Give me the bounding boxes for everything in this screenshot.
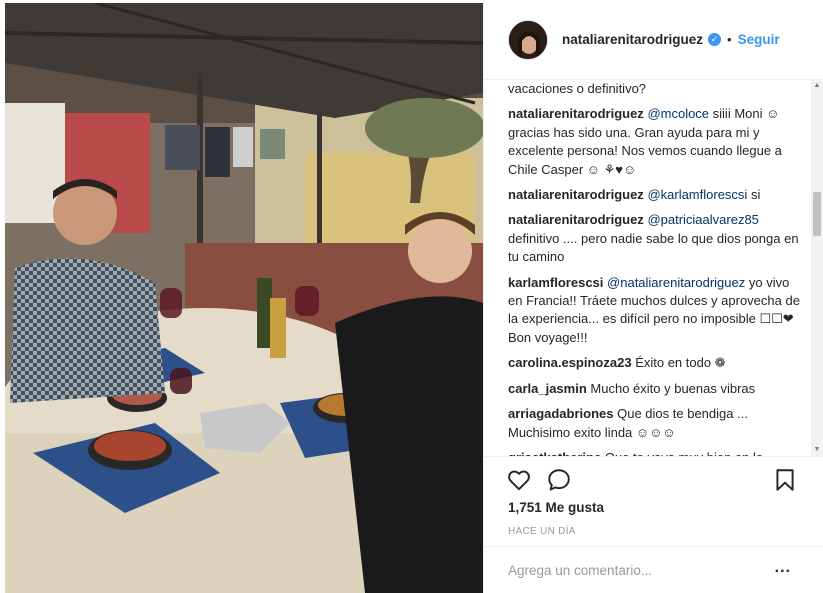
comments-scrollbar[interactable]: ▲ ▼ [811, 80, 823, 456]
comment-item: arriagadabriones Que dios te bendiga ...… [508, 405, 800, 442]
avatar[interactable] [508, 19, 548, 60]
post-side-panel: nataliarenitarodriguez ✓ • Seguir vacaci… [483, 0, 823, 593]
comment-text: definitivo .... pero nadie sabe lo que d… [508, 230, 799, 265]
bookmark-icon[interactable] [772, 467, 798, 493]
scroll-thumb[interactable] [813, 192, 821, 236]
comment-item: nataliarenitarodriguez @karlamflorescsi … [508, 186, 800, 204]
comment-username[interactable]: arriagadabriones [508, 406, 614, 421]
comment-bubble-icon[interactable] [546, 467, 572, 493]
comment-text: Éxito en todo ❁ [635, 355, 726, 371]
comments-list[interactable]: vacaciones o definitivo? nataliarenitarod… [484, 80, 814, 456]
comment-username[interactable]: carla_jasmin [508, 381, 587, 396]
comment-mention[interactable]: @mcoloce [647, 106, 709, 121]
comment-text: si [747, 187, 761, 203]
scroll-up-arrow-icon[interactable]: ▲ [811, 80, 823, 92]
instagram-post: nataliarenitarodriguez ✓ • Seguir vacaci… [0, 0, 823, 593]
comment-item: carolina.espinoza23 Éxito en todo ❁ [508, 354, 800, 372]
scroll-down-arrow-icon[interactable]: ▼ [811, 444, 823, 456]
likes-count[interactable]: 1,751 Me gusta [508, 500, 604, 515]
add-comment-input[interactable] [508, 559, 758, 581]
comment-item: nataliarenitarodriguez @patriciaalvarez8… [508, 211, 800, 266]
post-photo[interactable] [5, 3, 483, 593]
header-username[interactable]: nataliarenitarodriguez [562, 32, 703, 47]
verified-icon: ✓ [708, 33, 722, 46]
header-separator: • [727, 32, 732, 47]
comment-text: Mucho éxito y buenas vibras [590, 380, 756, 396]
comment-mention[interactable]: @karlamflorescsi [647, 187, 747, 202]
photo-scene [5, 3, 483, 593]
comment-username[interactable]: nataliarenitarodriguez [508, 187, 644, 202]
comment-mention[interactable]: @patriciaalvarez85 [647, 212, 758, 227]
comment-text: vacaciones o definitivo? [508, 81, 647, 96]
avatar-image [509, 20, 547, 59]
comment-item: carla_jasmin Mucho éxito y buenas vibras [508, 380, 800, 398]
comment-item: vacaciones o definitivo? [508, 80, 800, 98]
post-header: nataliarenitarodriguez ✓ • Seguir [484, 0, 823, 80]
comment-username[interactable]: nataliarenitarodriguez [508, 212, 644, 227]
comment-username[interactable]: nataliarenitarodriguez [508, 106, 644, 121]
comment-item: karlamflorescsi @nataliarenitarodriguez … [508, 274, 800, 348]
follow-button[interactable]: Seguir [738, 32, 780, 47]
comment-username[interactable]: karlamflorescsi [508, 275, 603, 290]
add-comment-bar: ... [484, 546, 823, 593]
comment-item: grisetkatherine Que te vaya muy bien en … [508, 449, 800, 456]
more-options-icon[interactable]: ... [775, 559, 791, 577]
comment-username[interactable]: carolina.espinoza23 [508, 355, 632, 370]
post-time[interactable]: HACE UN DÍA [508, 526, 576, 537]
action-bar [484, 456, 823, 500]
heart-icon[interactable] [506, 467, 532, 493]
comment-mention[interactable]: @nataliarenitarodriguez [607, 275, 745, 290]
comment-item: nataliarenitarodriguez @mcoloce siiii Mo… [508, 105, 800, 179]
